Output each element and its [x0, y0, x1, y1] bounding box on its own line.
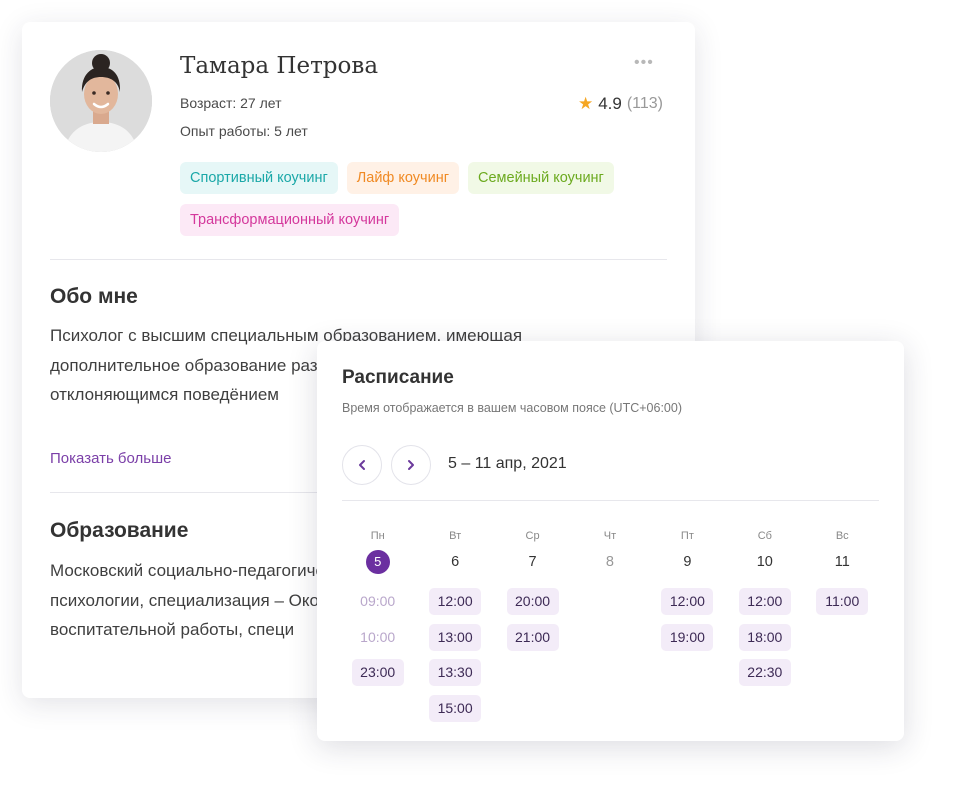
specialization-tag[interactable]: Семейный коучинг	[468, 162, 614, 194]
day-of-week: Вс	[835, 530, 849, 542]
time-slot[interactable]: 12:00	[661, 588, 714, 615]
day-of-week: Ср	[525, 530, 540, 542]
day-of-week: Вт	[449, 530, 462, 542]
time-slots: 20:00 21:00	[506, 588, 559, 651]
schedule-days: Пн 5 09:00 10:00 23:00 Вт 6 12:00 13:00 13:30 15:0…	[339, 529, 881, 722]
day-number: 6	[451, 554, 460, 570]
page: Тамара Петрова ••• Возраст: 27 лет Опыт …	[0, 0, 960, 798]
more-options-icon[interactable]: •••	[634, 53, 664, 73]
specialization-tag[interactable]: Лайф коучинг	[346, 162, 459, 194]
time-slots: 12:00 13:00 13:30 15:00	[429, 588, 482, 722]
timezone-note: Время отображается в вашем часовом поясе…	[342, 401, 682, 415]
day-column: Чт 8	[571, 529, 648, 722]
time-slot[interactable]: 20:00	[506, 588, 559, 615]
rating: ★ 4.9 (113)	[578, 94, 663, 114]
schedule-card: Расписание Время отображается в вашем ча…	[317, 341, 904, 741]
time-slot[interactable]: 11:00	[816, 588, 869, 615]
day-number: 10	[756, 554, 773, 570]
day-of-week: Пт	[680, 530, 694, 542]
day-column: Пн 5 09:00 10:00 23:00	[339, 529, 416, 722]
specialization-tag[interactable]: Спортивный коучинг	[180, 162, 338, 194]
time-slot[interactable]: 12:00	[429, 588, 482, 615]
profile-experience: Опыт работы: 5 лет	[180, 123, 308, 139]
day-number: 11	[834, 554, 850, 570]
time-slot[interactable]: 15:00	[429, 694, 482, 722]
rating-value: 4.9	[598, 94, 622, 113]
time-slot[interactable]: 18:00	[738, 623, 791, 651]
date-range: 5 – 11 апр, 2021	[448, 455, 567, 472]
avatar	[50, 50, 152, 152]
time-slot-unavailable: 09:00	[360, 593, 396, 609]
time-slot[interactable]: 19:00	[661, 623, 714, 651]
time-slots: 12:00 19:00	[661, 588, 714, 651]
specialization-tag[interactable]: Трансформационный коучинг	[180, 204, 400, 236]
day-of-week: Пн	[370, 530, 385, 542]
star-icon: ★	[577, 94, 594, 113]
day-of-week: Сб	[757, 530, 772, 542]
specialization-tags: Спортивный коучинг Лайф коучинг Семейный к…	[180, 162, 680, 236]
day-column: Сб 10 12:00 18:00 22:30	[726, 529, 803, 722]
time-slot[interactable]: 13:00	[429, 623, 482, 651]
day-column: Ср 7 20:00 21:00	[494, 529, 571, 722]
day-of-week: Чт	[603, 530, 617, 542]
time-slots: 11:00	[816, 588, 869, 615]
chevron-left-icon	[359, 460, 365, 470]
profile-name: Тамара Петрова	[180, 53, 379, 79]
schedule-title: Расписание	[342, 367, 454, 388]
profile-age: Возраст: 27 лет	[180, 95, 282, 111]
day-number-today: 5	[365, 550, 390, 574]
day-number: 8	[605, 554, 614, 570]
day-column: Пт 9 12:00 19:00	[649, 529, 726, 722]
education-title: Образование	[50, 519, 189, 542]
time-slot[interactable]: 21:00	[506, 623, 559, 651]
time-slot[interactable]: 12:00	[738, 588, 791, 615]
day-column: Вс 11 11:00	[804, 529, 881, 722]
prev-week-button[interactable]	[342, 445, 382, 485]
time-slot-unavailable: 10:00	[360, 628, 396, 645]
divider	[342, 500, 879, 501]
about-title: Обо мне	[50, 285, 138, 308]
time-slot[interactable]: 22:30	[738, 659, 791, 686]
divider	[50, 259, 667, 260]
time-slot[interactable]: 13:30	[429, 659, 482, 686]
next-week-button[interactable]	[391, 445, 431, 485]
day-number: 9	[683, 554, 692, 570]
show-more-link[interactable]: Показать больше	[50, 450, 171, 467]
day-column: Вт 6 12:00 13:00 13:30 15:00	[416, 529, 493, 722]
time-slot[interactable]: 23:00	[351, 659, 404, 686]
chevron-right-icon	[408, 460, 414, 470]
time-slots: 09:00 10:00 23:00	[351, 588, 404, 686]
rating-count: (113)	[626, 95, 663, 112]
day-number: 7	[528, 554, 537, 570]
time-slots: 12:00 18:00 22:30	[738, 588, 791, 686]
